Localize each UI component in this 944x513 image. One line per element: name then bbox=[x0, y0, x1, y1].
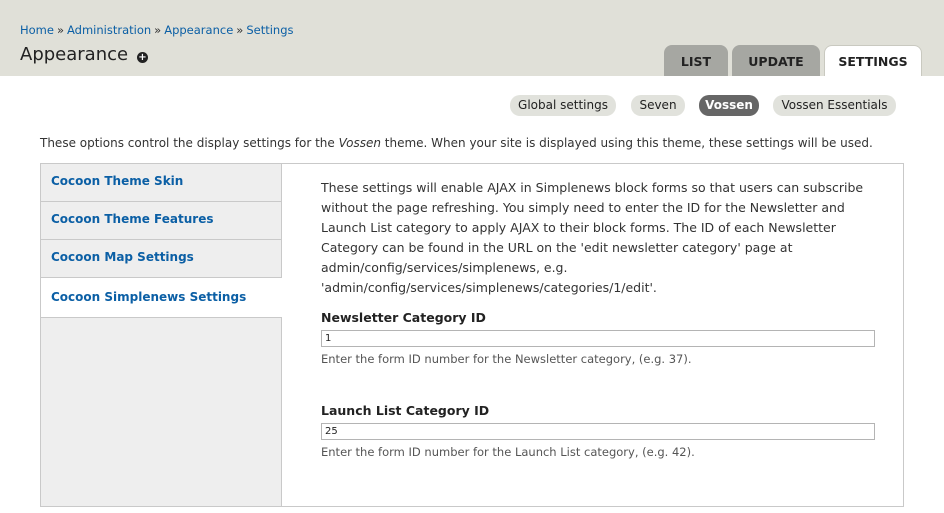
vertical-tab-theme-features[interactable]: Cocoon Theme Features bbox=[41, 202, 281, 240]
breadcrumb-home-link[interactable]: Home bbox=[20, 23, 54, 37]
secondary-tab-vossen-essentials[interactable]: Vossen Essentials bbox=[773, 95, 896, 116]
vertical-tab-simplenews-settings[interactable]: Cocoon Simplenews Settings bbox=[41, 278, 282, 318]
help-line: Launch List category to apply AJAX to th… bbox=[321, 220, 836, 235]
help-line: Category can be found in the URL on the … bbox=[321, 240, 793, 255]
theme-settings-description: These options control the display settin… bbox=[40, 136, 873, 150]
breadcrumb-appearance-link[interactable]: Appearance bbox=[164, 23, 233, 37]
page-header: Home» Administration» Appearance» Settings … bbox=[0, 0, 944, 76]
help-line: without the page refreshing. You simply … bbox=[321, 200, 845, 215]
secondary-tab-seven[interactable]: Seven bbox=[631, 95, 685, 116]
breadcrumb-separator: » bbox=[154, 23, 162, 37]
simplenews-settings-pane: These settings will enable AJAX in Simpl… bbox=[321, 178, 881, 459]
breadcrumb-settings-link[interactable]: Settings bbox=[246, 23, 293, 37]
newsletter-category-label: Newsletter Category ID bbox=[321, 310, 486, 325]
vertical-tab-list: Cocoon Theme Skin Cocoon Theme Features … bbox=[41, 164, 282, 506]
breadcrumb-separator: » bbox=[236, 23, 244, 37]
help-line: These settings will enable AJAX in Simpl… bbox=[321, 180, 864, 195]
breadcrumb: Home» Administration» Appearance» Settings bbox=[20, 23, 294, 37]
vertical-tabs: Cocoon Theme Skin Cocoon Theme Features … bbox=[40, 163, 904, 507]
page-title: Appearance bbox=[20, 44, 129, 65]
tab-settings[interactable]: SETTINGS bbox=[824, 45, 922, 76]
breadcrumb-administration-link[interactable]: Administration bbox=[67, 23, 151, 37]
launch-list-category-input[interactable] bbox=[321, 423, 875, 440]
launch-list-category-label: Launch List Category ID bbox=[321, 403, 490, 418]
simplenews-help-text: These settings will enable AJAX in Simpl… bbox=[321, 178, 881, 298]
secondary-tab-global-settings[interactable]: Global settings bbox=[510, 95, 616, 116]
plus-circle-icon[interactable]: + bbox=[137, 52, 148, 63]
tab-update[interactable]: UPDATE bbox=[732, 45, 820, 76]
description-text: theme. When your site is displayed using… bbox=[380, 136, 873, 150]
newsletter-category-description: Enter the form ID number for the Newslet… bbox=[321, 352, 692, 366]
vertical-tab-map-settings[interactable]: Cocoon Map Settings bbox=[41, 240, 281, 278]
breadcrumb-separator: » bbox=[56, 23, 65, 37]
newsletter-category-input[interactable] bbox=[321, 330, 875, 347]
vertical-tab-theme-skin[interactable]: Cocoon Theme Skin bbox=[41, 164, 281, 202]
help-line: admin/config/services/simplenews, e.g. bbox=[321, 260, 568, 275]
theme-name: Vossen bbox=[338, 136, 381, 150]
description-text: These options control the display settin… bbox=[40, 136, 339, 150]
tab-list[interactable]: LIST bbox=[664, 45, 728, 76]
help-line: 'admin/config/services/simplenews/catego… bbox=[321, 280, 657, 295]
secondary-tab-vossen[interactable]: Vossen bbox=[699, 95, 759, 116]
launch-list-category-description: Enter the form ID number for the Launch … bbox=[321, 445, 695, 459]
